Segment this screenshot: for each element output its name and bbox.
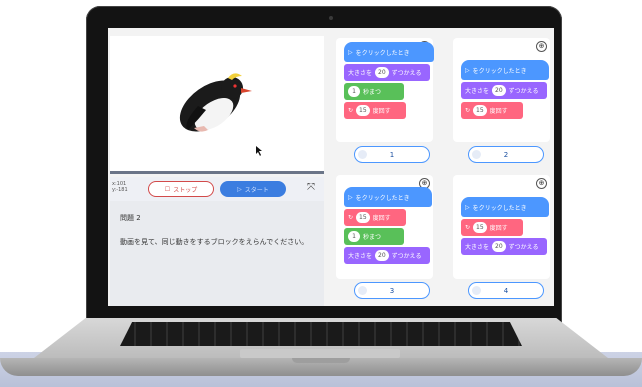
start-label: スタート xyxy=(244,186,269,194)
block-value: 20 xyxy=(492,85,506,96)
block-text: 大きさを xyxy=(348,253,373,260)
block-turn: ↻ 15 度回す xyxy=(344,209,406,226)
block-text: をクリックしたとき xyxy=(355,49,410,57)
turn-icon: ↻ xyxy=(348,214,354,221)
choice-card-1[interactable]: ⊕ ▷ をクリックしたとき 大きさを 20 ずつかえる 1 秒まつ ↻ 15 度… xyxy=(336,38,434,142)
block-when-clicked: ▷ をクリックしたとき xyxy=(344,42,434,62)
block-change-size: 大きさを 20 ずつかえる xyxy=(461,238,547,255)
lid-notch xyxy=(292,358,350,363)
answer-button-3[interactable]: 3 xyxy=(354,282,430,299)
block-change-size: 大きさを 20 ずつかえる xyxy=(461,82,547,99)
block-text: 秒まつ xyxy=(363,89,382,96)
answer-number: 2 xyxy=(503,150,509,159)
block-text: 度回す xyxy=(489,225,508,232)
block-change-size: 大きさを 20 ずつかえる xyxy=(344,64,430,81)
block-value: 20 xyxy=(375,67,389,78)
choice-card-3[interactable]: ⊕ ▷ をクリックしたとき ↻ 15 度回す 1 秒まつ 大きさを 20 ずつか… xyxy=(336,175,433,279)
block-text: 度回す xyxy=(489,108,508,115)
block-text: ずつかえる xyxy=(391,253,422,260)
question-text: 動画を見て、同じ動きをするブロックをえらんでください。 xyxy=(120,238,309,246)
block-when-clicked: ▷ をクリックしたとき xyxy=(461,197,549,217)
stage-controls: x:101 y:-181 ☐ ストップ ▷ スタート ⤧ xyxy=(110,177,324,201)
answer-number: 4 xyxy=(503,286,509,295)
sprite-coordinates: x:101 y:-181 xyxy=(112,181,128,193)
stop-button[interactable]: ☐ ストップ xyxy=(148,181,214,197)
block-value: 15 xyxy=(356,105,370,116)
block-text: ずつかえる xyxy=(508,88,539,95)
block-when-clicked: ▷ をクリックしたとき xyxy=(344,187,432,207)
turn-icon: ↻ xyxy=(348,107,354,114)
penguin-sprite xyxy=(179,73,262,156)
block-text: 大きさを xyxy=(348,70,373,77)
block-value: 15 xyxy=(473,105,487,116)
block-text: ずつかえる xyxy=(508,244,539,251)
zoom-in-icon[interactable]: ⊕ xyxy=(536,178,547,189)
question-panel: 問題 2 動画を見て、同じ動きをするブロックをえらんでください。 xyxy=(110,201,324,306)
block-wait: 1 秒まつ xyxy=(344,83,404,100)
keyboard xyxy=(120,322,522,346)
block-text: 秒まつ xyxy=(363,234,382,241)
question-title: 問題 2 xyxy=(120,214,141,222)
turn-icon: ↻ xyxy=(465,224,471,231)
flag-icon: ▷ xyxy=(465,203,470,211)
flag-icon: ▷ xyxy=(465,66,470,74)
block-value: 15 xyxy=(473,222,487,233)
block-wait: 1 秒まつ xyxy=(344,228,404,245)
block-value: 1 xyxy=(348,86,360,97)
choice-card-2[interactable]: ⊕ ▷ をクリックしたとき 大きさを 20 ずつかえる ↻ 15 度回す xyxy=(453,38,550,142)
flag-icon: ▷ xyxy=(348,193,353,201)
block-text: をクリックしたとき xyxy=(472,67,527,75)
answer-number: 3 xyxy=(389,286,395,295)
block-turn: ↻ 15 度回す xyxy=(344,102,406,119)
trackpad xyxy=(240,349,400,358)
laptop-screen: x:101 y:-181 ☐ ストップ ▷ スタート ⤧ 問題 2 動画を見て、… xyxy=(108,28,554,306)
answer-button-2[interactable]: 2 xyxy=(468,146,544,163)
choice-card-4[interactable]: ⊕ ▷ をクリックしたとき ↻ 15 度回す 大きさを 20 ずつかえる xyxy=(453,175,550,279)
answer-number: 1 xyxy=(389,150,395,159)
block-text: 大きさを xyxy=(465,244,490,251)
block-text: 度回す xyxy=(372,108,391,115)
answer-button-1[interactable]: 1 xyxy=(354,146,430,163)
stop-icon: ☐ xyxy=(164,185,171,193)
block-change-size: 大きさを 20 ずつかえる xyxy=(344,247,430,264)
block-value: 20 xyxy=(492,241,506,252)
stop-label: ストップ xyxy=(173,186,198,194)
stage-area xyxy=(110,36,324,174)
webcam xyxy=(329,16,333,20)
start-button[interactable]: ▷ スタート xyxy=(220,181,286,197)
block-text: 度回す xyxy=(372,215,391,222)
coord-y: y:-181 xyxy=(112,187,128,193)
answer-button-4[interactable]: 4 xyxy=(468,282,544,299)
block-value: 1 xyxy=(348,231,360,242)
block-value: 20 xyxy=(375,250,389,261)
play-icon: ▷ xyxy=(237,185,242,193)
block-text: 大きさを xyxy=(465,88,490,95)
block-text: をクリックしたとき xyxy=(472,204,527,212)
flag-icon: ▷ xyxy=(348,48,353,56)
block-turn: ↻ 15 度回す xyxy=(461,102,523,119)
zoom-in-icon[interactable]: ⊕ xyxy=(536,41,547,52)
turn-icon: ↻ xyxy=(465,107,471,114)
fullscreen-icon[interactable]: ⤧ xyxy=(307,182,315,193)
block-value: 15 xyxy=(356,212,370,223)
block-text: ずつかえる xyxy=(391,70,422,77)
block-text: をクリックしたとき xyxy=(355,194,410,202)
block-when-clicked: ▷ をクリックしたとき xyxy=(461,60,549,80)
block-turn: ↻ 15 度回す xyxy=(461,219,523,236)
